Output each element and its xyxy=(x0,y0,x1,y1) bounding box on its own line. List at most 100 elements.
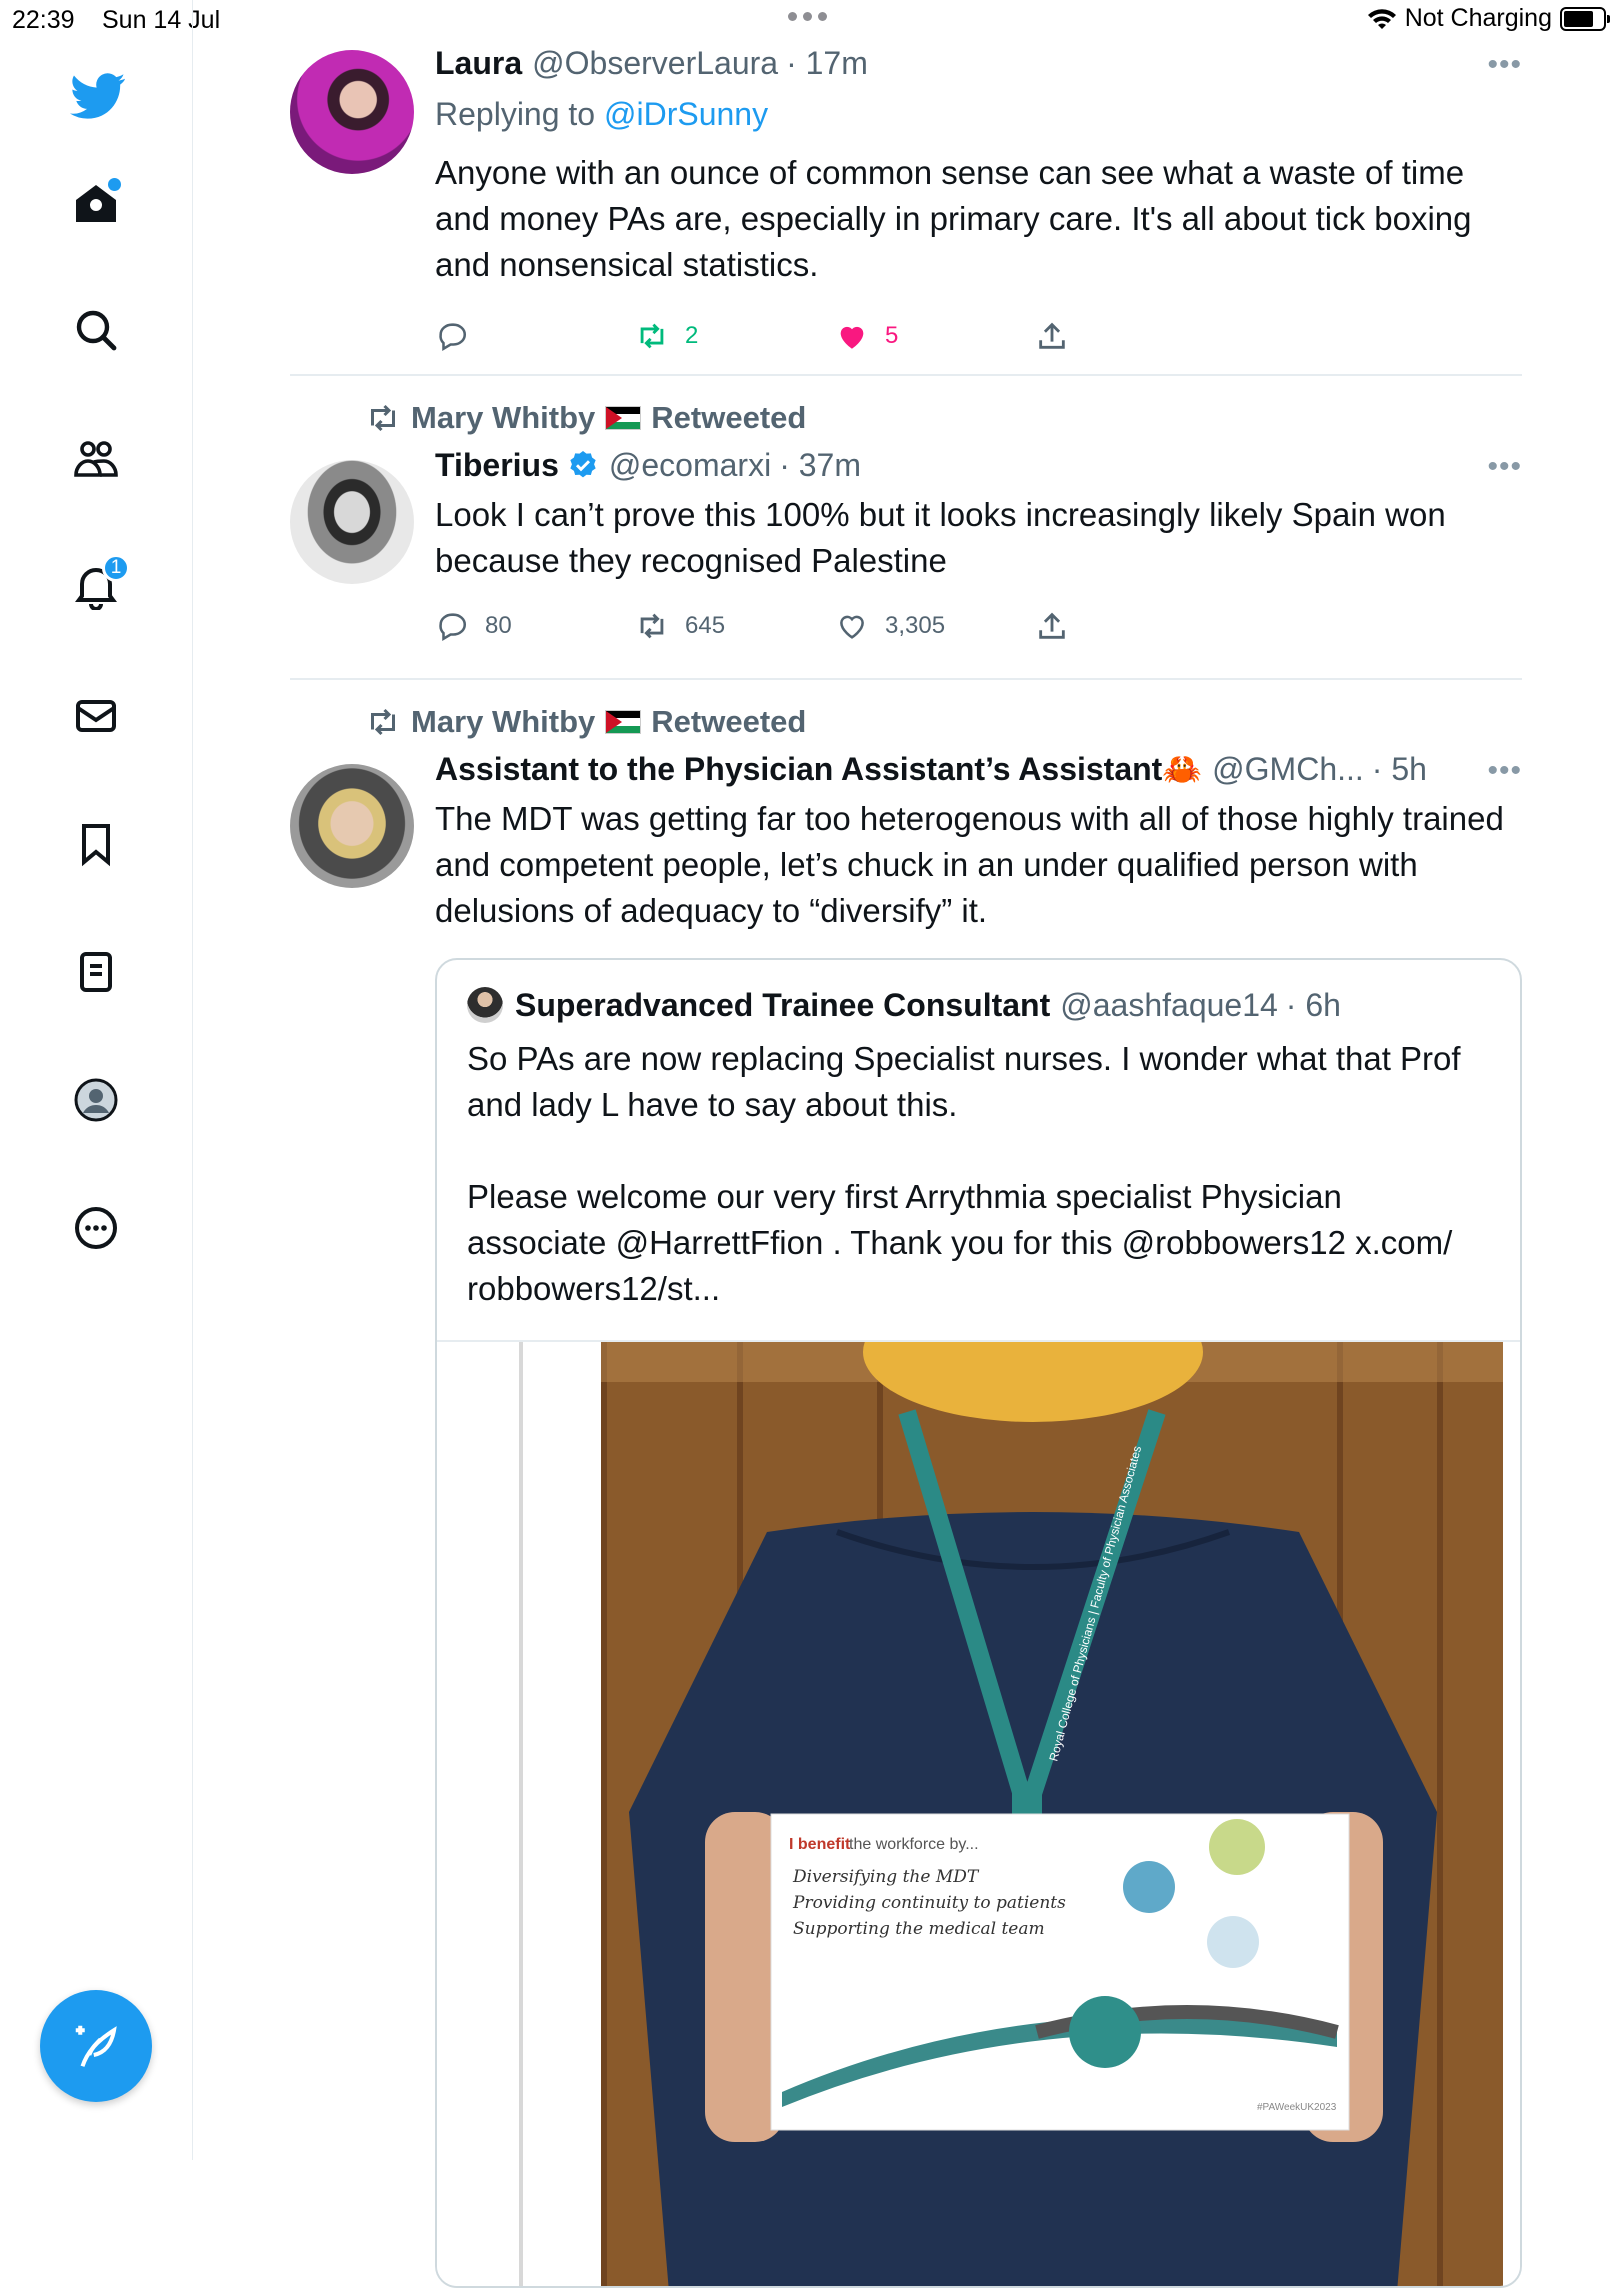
status-bar: 22:39 Sun 14 Jul Not Charging xyxy=(0,0,1620,42)
quoted-tweet[interactable]: Superadvanced Trainee Consultant @aashfa… xyxy=(435,958,1522,2288)
tweet-more-icon[interactable]: ••• xyxy=(1487,48,1522,82)
reply-button[interactable]: 80 xyxy=(435,609,635,643)
tweet-time[interactable]: · 17m xyxy=(786,42,868,84)
tweet-more-icon[interactable]: ••• xyxy=(1487,754,1522,788)
share-icon xyxy=(1039,322,1065,349)
sign-title-prefix: I benefit xyxy=(789,1836,851,1853)
retweeted-by: Mary Whitby Retweeted xyxy=(365,700,1522,744)
quote-photo-image: I benefit the workforce by... Diversifyi… xyxy=(519,1282,1503,2286)
share-button[interactable] xyxy=(1035,609,1235,643)
tweet-time[interactable]: · 5h xyxy=(1372,748,1427,790)
multitasking-dots-icon[interactable] xyxy=(788,12,827,21)
sidebar-item-messages[interactable] xyxy=(70,690,122,742)
messages-icon xyxy=(76,700,116,732)
sidebar-item-bookmarks[interactable] xyxy=(70,818,122,870)
verified-badge-icon xyxy=(570,451,596,478)
heart-filled-icon xyxy=(840,326,864,349)
retweeted-by: Mary Whitby Retweeted xyxy=(365,396,1522,440)
share-icon xyxy=(1039,612,1065,639)
reply-icon xyxy=(439,613,466,642)
avatar[interactable] xyxy=(290,460,414,584)
share-button[interactable] xyxy=(1035,319,1235,353)
sidebar-item-communities[interactable] xyxy=(70,433,122,485)
reply-icon xyxy=(439,323,466,352)
sign-line-2: Providing continuity to patients xyxy=(792,1893,1066,1913)
bookmarks-icon xyxy=(82,824,110,867)
author-name[interactable]: Tiberius xyxy=(435,444,559,486)
sign-line-3: Supporting the medical team xyxy=(793,1919,1045,1939)
crab-emoji: 🦀 xyxy=(1162,751,1203,787)
quote-time: · 6h xyxy=(1285,987,1341,1023)
tweet[interactable]: Mary Whitby Retweeted Tiberius @ecomarxi… xyxy=(290,376,1522,680)
sidebar-item-more[interactable] xyxy=(70,1202,122,1254)
compose-feather-icon xyxy=(75,2025,117,2067)
tweet-more-icon[interactable]: ••• xyxy=(1487,450,1522,484)
retweeted-label: Retweeted xyxy=(651,704,807,739)
author-handle[interactable]: @GMCh... xyxy=(1212,748,1364,790)
sidebar-item-search[interactable] xyxy=(70,304,122,356)
timeline-feed: Laura @ObserverLaura · 17m ••• Replying … xyxy=(290,42,1522,2288)
like-count: 5 xyxy=(885,322,899,349)
retweet-small-icon xyxy=(371,708,395,736)
quote-photo[interactable]: I benefit the workforce by... Diversifyi… xyxy=(437,1282,1520,2286)
tweet-time[interactable]: · 37m xyxy=(779,444,861,486)
tweet-text: Look I can’t prove this 100% but it look… xyxy=(435,496,1446,579)
sidebar-item-home[interactable] xyxy=(70,178,122,230)
quote-author-name[interactable]: Superadvanced Trainee Consultant xyxy=(515,984,1050,1026)
charging-status: Not Charging xyxy=(1404,4,1552,32)
retweet-icon xyxy=(640,323,664,349)
author-handle[interactable]: @ObserverLaura xyxy=(532,42,778,84)
like-count: 3,305 xyxy=(885,612,946,639)
wifi-icon xyxy=(1367,8,1396,29)
palestine-flag-icon xyxy=(605,710,642,734)
sidebar: 1 xyxy=(0,0,193,2160)
tweet-text: Anyone with an ounce of common sense can… xyxy=(435,154,1472,283)
profile-icon xyxy=(74,1078,118,1122)
tweet-text: The MDT was getting far too heterogenous… xyxy=(435,800,1504,929)
battery-icon xyxy=(1560,6,1610,31)
quote-avatar[interactable] xyxy=(467,987,503,1023)
quote-text-2: Please welcome our very first Arrythmia … xyxy=(467,1178,1453,1307)
replying-label: Replying to xyxy=(435,96,596,132)
author-handle[interactable]: @ecomarxi xyxy=(609,444,771,486)
sign-title-suffix: the workforce by... xyxy=(849,1836,979,1853)
twitter-logo-icon[interactable] xyxy=(68,66,128,126)
sign-hashtag: #PAWeekUK2023 xyxy=(1257,2102,1337,2113)
quote-text-1: So PAs are now replacing Specialist nurs… xyxy=(467,1040,1461,1123)
home-new-dot xyxy=(108,178,121,191)
tweet[interactable]: Mary Whitby Retweeted Assistant to the P… xyxy=(290,680,1522,2288)
tweet[interactable]: Laura @ObserverLaura · 17m ••• Replying … xyxy=(290,42,1522,376)
search-icon xyxy=(76,310,117,351)
lists-icon xyxy=(80,952,112,992)
replying-to: Replying to @iDrSunny xyxy=(435,92,1522,136)
retweet-button[interactable]: 2 xyxy=(635,319,835,353)
replying-to-link[interactable]: @iDrSunny xyxy=(604,96,768,132)
avatar[interactable] xyxy=(290,764,414,888)
more-icon xyxy=(75,1207,117,1249)
retweeted-label: Retweeted xyxy=(651,400,807,435)
sidebar-item-profile[interactable] xyxy=(70,1074,122,1126)
author-name[interactable]: Assistant to the Physician Assistant’s A… xyxy=(435,748,1162,790)
sign-line-1: Diversifying the MDT xyxy=(792,1867,980,1887)
sidebar-item-lists[interactable] xyxy=(70,946,122,998)
author-name[interactable]: Laura xyxy=(435,42,522,84)
retweeter-name[interactable]: Mary Whitby xyxy=(411,396,595,440)
reply-count: 80 xyxy=(485,612,512,639)
retweet-button[interactable]: 645 xyxy=(635,609,835,643)
like-button[interactable]: 3,305 xyxy=(835,609,1035,643)
notifications-badge: 1 xyxy=(102,554,130,582)
heart-outline-icon xyxy=(840,615,864,639)
palestine-flag-icon xyxy=(605,406,642,430)
like-button[interactable]: 5 xyxy=(835,319,1035,353)
sidebar-item-notifications[interactable]: 1 xyxy=(70,554,130,612)
retweet-count: 645 xyxy=(685,612,726,639)
reply-button[interactable] xyxy=(435,319,635,353)
communities-icon xyxy=(74,441,118,477)
compose-tweet-button[interactable] xyxy=(40,1990,152,2102)
avatar[interactable] xyxy=(290,50,414,174)
retweet-icon xyxy=(640,613,664,639)
retweet-small-icon xyxy=(371,404,395,432)
retweet-count: 2 xyxy=(685,322,699,349)
retweeter-name[interactable]: Mary Whitby xyxy=(411,700,595,744)
quote-author-handle[interactable]: @aashfaque14 xyxy=(1060,984,1278,1026)
